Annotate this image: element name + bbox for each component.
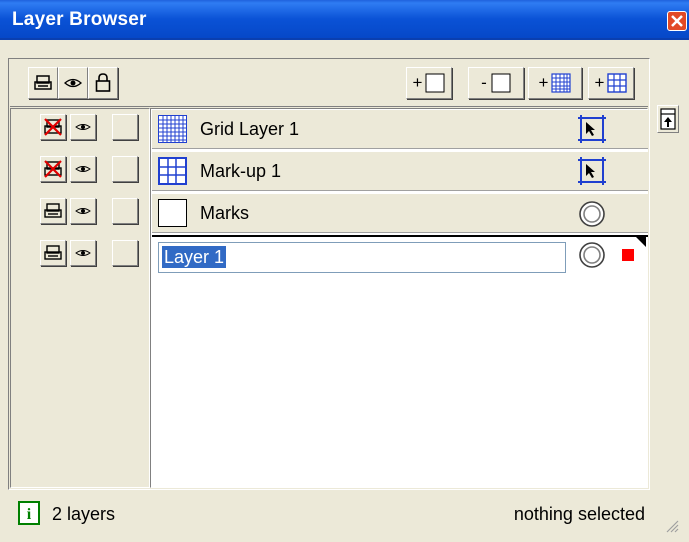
layer-print-toggle[interactable] bbox=[40, 114, 66, 140]
add-grid-layer-sign: + bbox=[538, 73, 549, 92]
pin-panel-button[interactable] bbox=[657, 105, 679, 133]
layer-name: Marks bbox=[200, 203, 249, 223]
new-grid-layer-icon bbox=[551, 73, 572, 93]
printer-icon bbox=[44, 245, 62, 260]
add-layer-button[interactable]: + bbox=[406, 67, 452, 99]
print-all-button[interactable] bbox=[28, 67, 58, 99]
layer-visibility-toggle[interactable] bbox=[70, 240, 96, 266]
layer-row[interactable]: Mark-up 1 bbox=[152, 151, 648, 191]
layer-lock-toggle[interactable] bbox=[112, 114, 138, 140]
lock-all-button[interactable] bbox=[88, 67, 118, 99]
select-arrow-icon[interactable] bbox=[578, 115, 606, 143]
delete-layer-sign: - bbox=[481, 73, 487, 92]
selection-status: nothing selected bbox=[513, 504, 645, 524]
target-circle-icon[interactable] bbox=[578, 241, 606, 269]
no-print-icon bbox=[44, 118, 62, 136]
new-markup-layer-icon bbox=[607, 73, 628, 93]
close-icon bbox=[671, 15, 683, 27]
layer-name-selected: Layer 1 bbox=[162, 246, 227, 268]
eye-icon bbox=[75, 250, 91, 256]
blank-thumbnail-icon bbox=[158, 199, 187, 227]
layer-visibility-toggle[interactable] bbox=[70, 114, 96, 140]
window-title: Layer Browser bbox=[12, 9, 147, 30]
layer-row[interactable]: Grid Layer 1 bbox=[152, 109, 648, 149]
layer-print-toggle[interactable] bbox=[40, 198, 66, 224]
info-icon: i bbox=[18, 501, 40, 525]
delete-layer-button[interactable]: - bbox=[468, 67, 524, 99]
eye-icon bbox=[75, 208, 91, 214]
layer-name-input[interactable]: Layer 1 bbox=[158, 242, 566, 273]
new-layer-icon bbox=[425, 73, 445, 93]
printer-icon bbox=[44, 203, 62, 218]
layer-print-toggle[interactable] bbox=[40, 156, 66, 182]
no-print-icon bbox=[44, 160, 62, 178]
svg-text:i: i bbox=[27, 506, 32, 523]
select-arrow-icon[interactable] bbox=[578, 157, 606, 185]
close-button[interactable] bbox=[667, 11, 687, 31]
resize-grip-icon[interactable] bbox=[665, 519, 679, 533]
layer-visibility-toggle[interactable] bbox=[70, 198, 96, 224]
markup-thumbnail-icon bbox=[158, 157, 187, 185]
show-all-button[interactable] bbox=[58, 67, 88, 99]
eye-icon bbox=[64, 78, 82, 88]
layer-lock-toggle[interactable] bbox=[112, 240, 138, 266]
add-markup-layer-button[interactable]: + bbox=[588, 67, 634, 99]
add-grid-layer-button[interactable]: + bbox=[528, 67, 582, 99]
layer-name: Grid Layer 1 bbox=[200, 119, 300, 139]
layer-visibility-toggle[interactable] bbox=[70, 156, 96, 182]
grid-thumbnail-icon bbox=[158, 115, 187, 143]
delete-layer-icon bbox=[491, 73, 511, 93]
layer-lock-toggle[interactable] bbox=[112, 198, 138, 224]
layer-row-editing[interactable]: Layer 1 bbox=[152, 235, 648, 275]
layer-name: Mark-up 1 bbox=[200, 161, 282, 181]
layer-count: 2 layers bbox=[52, 504, 116, 524]
layer-lock-toggle[interactable] bbox=[112, 156, 138, 182]
target-circle-icon[interactable] bbox=[578, 200, 606, 228]
layer-row[interactable]: Marks bbox=[152, 193, 648, 233]
corner-triangle-icon bbox=[636, 237, 646, 247]
pin-icon bbox=[660, 108, 676, 130]
lock-icon bbox=[95, 73, 111, 92]
layer-print-toggle[interactable] bbox=[40, 240, 66, 266]
eye-icon bbox=[75, 166, 91, 172]
eye-icon bbox=[75, 124, 91, 130]
status-bar: i 2 layers nothing selected bbox=[10, 497, 680, 537]
add-layer-sign: + bbox=[412, 73, 423, 92]
title-bar[interactable]: Layer Browser bbox=[0, 0, 689, 40]
active-layer-color-swatch bbox=[622, 249, 634, 261]
add-markup-layer-sign: + bbox=[594, 73, 605, 92]
printer-icon bbox=[34, 75, 52, 90]
